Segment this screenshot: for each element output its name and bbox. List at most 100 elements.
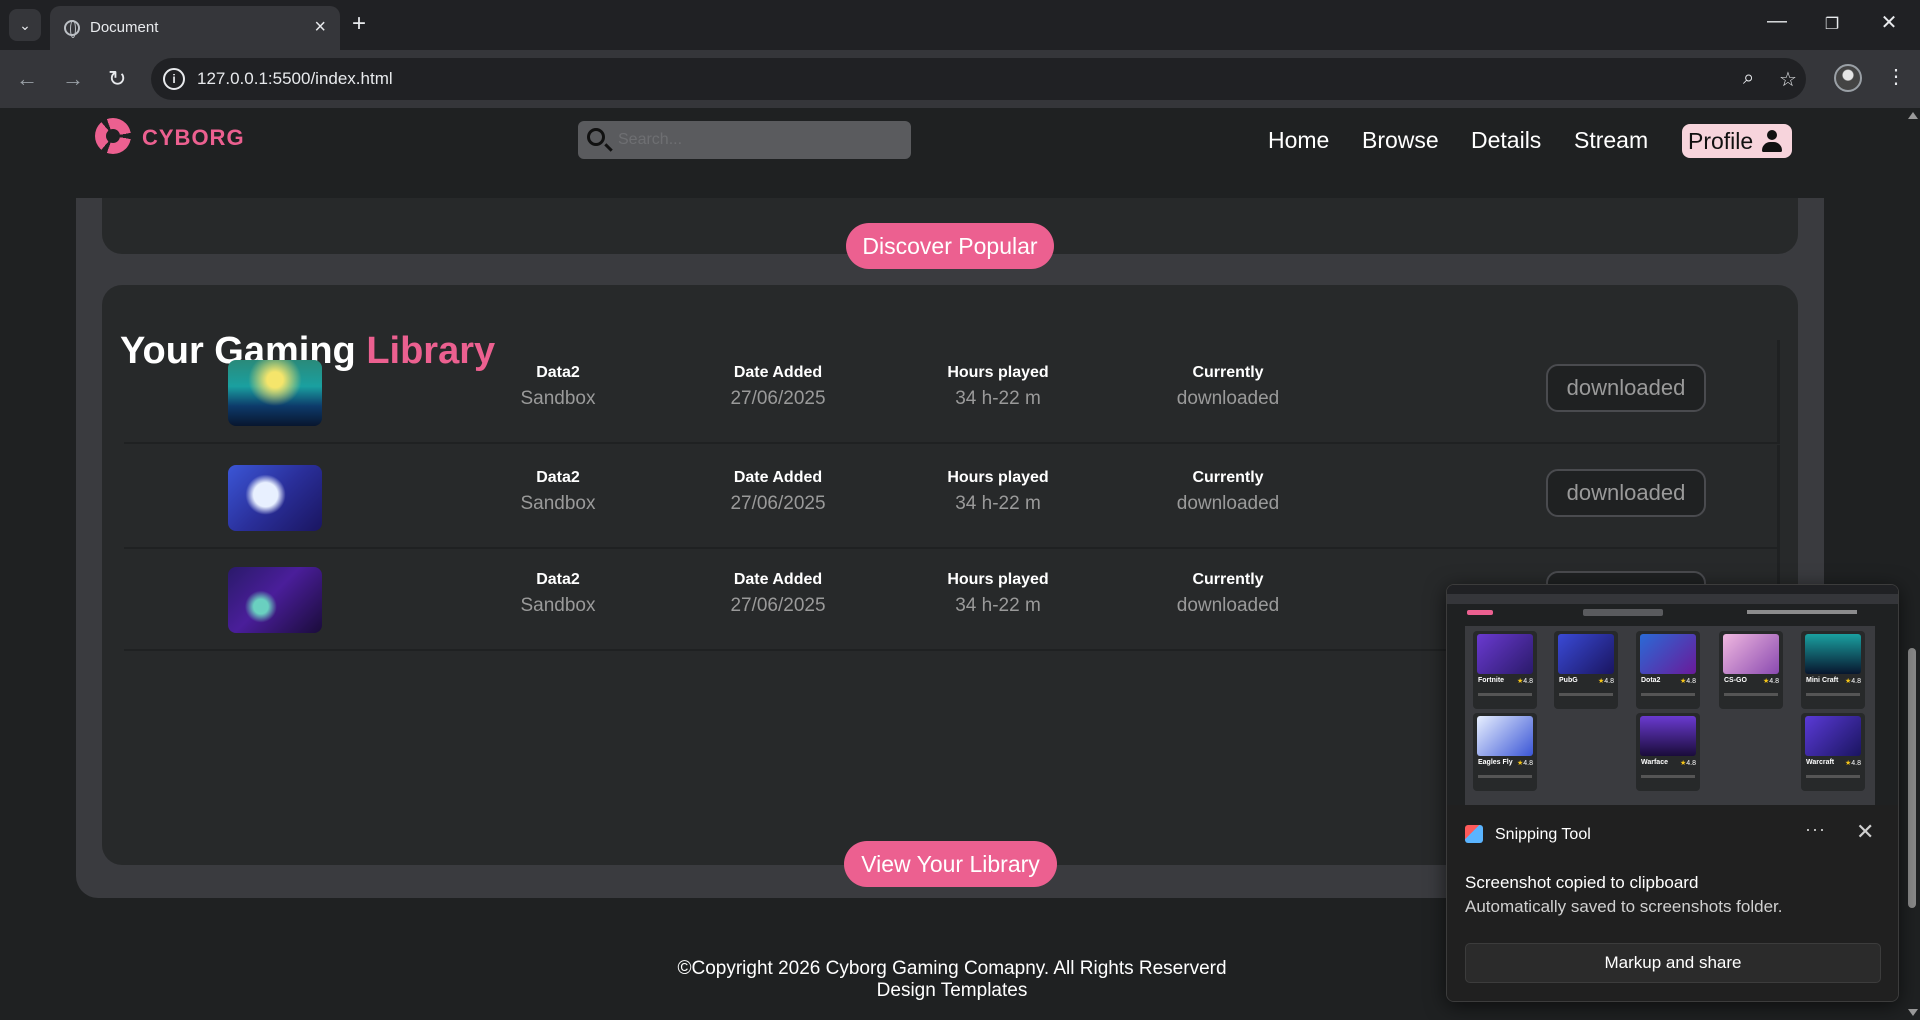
bookmark-star-icon[interactable]: ☆ bbox=[1779, 67, 1797, 92]
discover-popular-button[interactable]: Discover Popular bbox=[846, 223, 1054, 269]
date-added-col: Date Added 27/06/2025 bbox=[678, 469, 878, 515]
date-added-col: Date Added 27/06/2025 bbox=[678, 571, 878, 617]
preview-game-meta bbox=[1724, 693, 1778, 696]
zoom-icon[interactable]: ⌕ bbox=[1743, 67, 1754, 90]
forward-icon[interactable]: → bbox=[62, 66, 84, 92]
nav-details[interactable]: Details bbox=[1471, 127, 1541, 154]
nav-home[interactable]: Home bbox=[1268, 127, 1329, 154]
toast-close-icon[interactable]: ✕ bbox=[1856, 819, 1874, 845]
browser-toolbar: ← → ↻ i 127.0.0.1:5500/index.html ⌕ ☆ ⋮ bbox=[0, 50, 1920, 108]
status-col: Currently downloaded bbox=[1128, 469, 1328, 515]
game-category: Sandbox bbox=[520, 595, 596, 616]
game-category: Sandbox bbox=[520, 493, 596, 514]
status-value: downloaded bbox=[1176, 595, 1280, 616]
preview-game-rating: 4.8 bbox=[1680, 677, 1696, 685]
game-thumbnail[interactable] bbox=[228, 567, 322, 633]
toast-app-name: Snipping Tool bbox=[1495, 826, 1591, 843]
game-thumbnail[interactable] bbox=[228, 360, 322, 426]
nav-browse[interactable]: Browse bbox=[1362, 127, 1439, 154]
status-label: Currently bbox=[1192, 364, 1264, 381]
markup-and-share-button[interactable]: Markup and share bbox=[1465, 943, 1881, 983]
preview-game-name: Warcraft bbox=[1806, 759, 1835, 766]
status-label: Currently bbox=[1192, 469, 1264, 486]
game-name-col: Data2 Sandbox bbox=[458, 469, 658, 515]
url-text[interactable]: 127.0.0.1:5500/index.html bbox=[197, 69, 393, 89]
downloaded-button[interactable]: downloaded bbox=[1546, 364, 1706, 412]
scroll-thumb[interactable] bbox=[1908, 648, 1916, 908]
preview-game-card: CS-GO 4.8 bbox=[1719, 631, 1783, 709]
hours-played-value: 34 h-22 m bbox=[955, 388, 1041, 409]
preview-header bbox=[1447, 604, 1898, 626]
downloaded-button[interactable]: downloaded bbox=[1546, 469, 1706, 517]
search-input[interactable] bbox=[618, 129, 898, 151]
preview-game-name: Warface bbox=[1641, 759, 1668, 766]
preview-game-rating: 4.8 bbox=[1598, 677, 1614, 685]
search-bar[interactable] bbox=[578, 121, 911, 159]
browser-menu-icon[interactable]: ⋮ bbox=[1886, 64, 1906, 89]
status-col: Currently downloaded bbox=[1128, 364, 1328, 410]
address-bar[interactable]: i 127.0.0.1:5500/index.html ⌕ ☆ bbox=[151, 58, 1806, 100]
status-col: Currently downloaded bbox=[1128, 571, 1328, 617]
preview-game-image bbox=[1805, 716, 1861, 756]
game-thumbnail[interactable] bbox=[228, 465, 322, 531]
minimize-button[interactable]: — bbox=[1757, 10, 1797, 33]
preview-game-card: Dota2 4.8 bbox=[1636, 631, 1700, 709]
library-row: Data2 Sandbox Date Added 27/06/2025 Hour… bbox=[124, 340, 1780, 444]
preview-search bbox=[1583, 609, 1663, 616]
snipping-tool-notification[interactable]: Fortnite 4.8 PubG 4.8 Dota2 4.8 CS-GO 4.… bbox=[1446, 584, 1899, 1002]
browser-tab[interactable]: Document × bbox=[50, 6, 340, 50]
hours-played-label: Hours played bbox=[947, 571, 1049, 588]
preview-game-card: PubG 4.8 bbox=[1554, 631, 1618, 709]
back-icon[interactable]: ← bbox=[16, 66, 38, 92]
cyborg-logo-icon[interactable] bbox=[95, 118, 131, 154]
site-header: CYBORG Home Browse Details Stream Profil… bbox=[0, 108, 1904, 198]
hours-played-col: Hours played 34 h-22 m bbox=[898, 571, 1098, 617]
logo-text[interactable]: CYBORG bbox=[142, 125, 245, 151]
preview-game-image bbox=[1558, 634, 1614, 674]
toast-body: Snipping Tool ··· ✕ Screenshot copied to… bbox=[1447, 805, 1898, 1001]
preview-game-card: Mini Craft 4.8 bbox=[1801, 631, 1865, 709]
library-row: Data2 Sandbox Date Added 27/06/2025 Hour… bbox=[124, 445, 1780, 549]
reload-icon[interactable]: ↻ bbox=[108, 66, 126, 92]
preview-game-image bbox=[1640, 634, 1696, 674]
window-close-button[interactable]: ✕ bbox=[1869, 10, 1909, 35]
preview-game-name: CS-GO bbox=[1724, 677, 1747, 684]
new-tab-button[interactable]: + bbox=[352, 10, 366, 38]
restore-button[interactable]: ❐ bbox=[1812, 14, 1852, 34]
browser-profile-avatar[interactable] bbox=[1834, 64, 1862, 92]
preview-game-card: Eagles Fly 4.8 bbox=[1473, 713, 1537, 791]
tab-search-button[interactable]: ⌄ bbox=[9, 9, 41, 41]
row-edge bbox=[1777, 445, 1780, 549]
preview-game-rating: 4.8 bbox=[1680, 759, 1696, 767]
date-added-value: 27/06/2025 bbox=[730, 595, 826, 616]
scroll-down-arrow-icon[interactable] bbox=[1908, 1009, 1918, 1016]
scroll-up-arrow-icon[interactable] bbox=[1908, 112, 1918, 119]
row-divider bbox=[124, 442, 1780, 444]
view-library-button[interactable]: View Your Library bbox=[844, 841, 1057, 887]
preview-game-name: Eagles Fly bbox=[1478, 759, 1513, 766]
preview-game-rating: 4.8 bbox=[1763, 677, 1779, 685]
page-scrollbar[interactable] bbox=[1904, 108, 1920, 1020]
preview-game-card: Warface 4.8 bbox=[1636, 713, 1700, 791]
preview-toolbar bbox=[1447, 594, 1898, 604]
tab-close-icon[interactable]: × bbox=[314, 16, 326, 39]
preview-game-image bbox=[1477, 634, 1533, 674]
preview-game-name: Fortnite bbox=[1478, 677, 1505, 684]
game-category: Sandbox bbox=[520, 388, 596, 409]
preview-game-image bbox=[1640, 716, 1696, 756]
date-added-label: Date Added bbox=[733, 364, 823, 381]
nav-stream[interactable]: Stream bbox=[1574, 127, 1648, 154]
preview-game-meta bbox=[1641, 775, 1695, 778]
game-name-label: Data2 bbox=[536, 364, 580, 381]
status-value: downloaded bbox=[1176, 388, 1280, 409]
screenshot-preview[interactable]: Fortnite 4.8 PubG 4.8 Dota2 4.8 CS-GO 4.… bbox=[1447, 585, 1898, 805]
preview-game-card: Fortnite 4.8 bbox=[1473, 631, 1537, 709]
browser-tab-bar: ⌄ Document × + — ❐ ✕ bbox=[0, 0, 1920, 50]
profile-button[interactable]: Profile bbox=[1682, 124, 1792, 158]
hours-played-label: Hours played bbox=[947, 469, 1049, 486]
more-options-icon[interactable]: ··· bbox=[1805, 819, 1826, 840]
preview-logo bbox=[1467, 610, 1493, 615]
site-info-icon[interactable]: i bbox=[163, 68, 185, 90]
status-label: Currently bbox=[1192, 571, 1264, 588]
date-added-label: Date Added bbox=[733, 469, 823, 486]
